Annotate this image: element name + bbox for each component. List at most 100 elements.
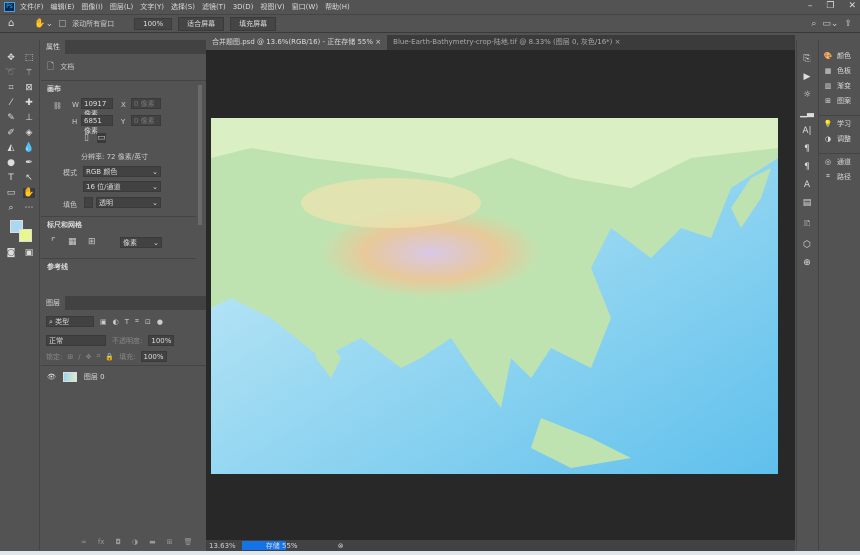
histogram-icon[interactable]: ▁▃: [800, 108, 814, 118]
eraser-icon[interactable]: ◈: [23, 128, 35, 138]
fill-select[interactable]: 透明 ⌄: [96, 197, 161, 208]
hand-tool-icon[interactable]: ✋: [23, 188, 35, 198]
rulers-grid-section-header[interactable]: 标尺和网格: [41, 216, 196, 233]
opacity-input[interactable]: 100%: [148, 335, 175, 346]
minimize-icon[interactable]: –: [808, 1, 813, 11]
close-tab-icon[interactable]: ×: [615, 38, 621, 46]
lock-artboard-icon[interactable]: ⌗: [96, 352, 100, 361]
pen-tool-icon[interactable]: ✒: [23, 158, 35, 168]
panel-learn[interactable]: 💡 学习: [819, 116, 860, 131]
panel-channels[interactable]: ◎ 通道: [819, 154, 860, 169]
actions-play-icon[interactable]: ▶: [804, 72, 811, 82]
blend-mode-select[interactable]: 正常: [46, 335, 106, 346]
menu-view[interactable]: 视图(V): [260, 2, 284, 12]
zoom-100-button[interactable]: 100%: [134, 17, 173, 30]
adjustment-layer-icon[interactable]: ◑: [132, 538, 138, 546]
zoom-level[interactable]: 13.63%: [209, 542, 236, 550]
zoom-tool-icon[interactable]: ⌕: [5, 203, 17, 213]
dodge-tool-icon[interactable]: ●: [5, 158, 17, 168]
rectangle-tool-icon[interactable]: ▭: [5, 188, 17, 198]
menu-select[interactable]: 选择(S): [171, 2, 195, 12]
layer-row[interactable]: 👁 图层 0: [41, 365, 206, 388]
character-icon[interactable]: A|: [802, 126, 811, 136]
lock-position-icon[interactable]: ✥: [86, 353, 92, 361]
close-icon[interactable]: ✕: [848, 1, 856, 11]
workspace-icon[interactable]: ▭⌄: [822, 19, 838, 29]
menu-type[interactable]: 文字(Y): [140, 2, 164, 12]
scroll-all-checkbox[interactable]: [59, 20, 67, 27]
new-layer-icon[interactable]: ⊞: [167, 538, 173, 546]
units-select[interactable]: 像素 ⌄: [120, 237, 162, 248]
menu-layer[interactable]: 图层(L): [110, 2, 133, 12]
panel-patterns[interactable]: ⊞ 图案: [819, 93, 860, 108]
panel-paths[interactable]: ⌗ 路径: [819, 169, 860, 184]
brightness-icon[interactable]: ☼: [803, 90, 811, 100]
new-group-icon[interactable]: ▬: [149, 538, 156, 546]
fit-screen-button[interactable]: 适合屏幕: [178, 16, 225, 31]
width-input[interactable]: 10917 像素: [81, 98, 113, 118]
fill-screen-button[interactable]: 填充屏幕: [230, 16, 277, 31]
menu-file[interactable]: 文件(F): [20, 2, 44, 12]
quick-mask-icon[interactable]: ◙: [5, 248, 17, 258]
screen-mode-icon[interactable]: ▣: [23, 248, 35, 258]
fill-swatch[interactable]: [84, 197, 93, 208]
properties-scrollbar[interactable]: [198, 85, 202, 225]
y-input[interactable]: 0 像素: [131, 115, 161, 126]
lock-pixels-icon[interactable]: /: [78, 353, 80, 361]
filter-toggle-icon[interactable]: ●: [157, 318, 163, 326]
map-canvas[interactable]: [211, 118, 778, 474]
fill-input[interactable]: 100%: [140, 351, 167, 362]
paragraph-styles-icon[interactable]: ¶: [804, 162, 810, 172]
type-filter-icon[interactable]: T: [125, 318, 129, 326]
home-icon[interactable]: ⌂: [8, 18, 14, 29]
globe-icon[interactable]: ⊕: [803, 258, 811, 268]
tab-bathymetry-tif[interactable]: Blue-Earth-Bathymetry-crop-陆地.tif @ 8.33…: [387, 35, 626, 50]
properties-tab[interactable]: 属性: [41, 40, 65, 54]
panel-adjustments[interactable]: ◑ 调整: [819, 131, 860, 146]
type-tool-icon[interactable]: T: [5, 173, 17, 183]
x-input[interactable]: 0 像素: [131, 98, 161, 109]
healing-brush-icon[interactable]: ✚: [23, 98, 35, 108]
shape-filter-icon[interactable]: ⌗: [135, 317, 139, 326]
bit-depth-select[interactable]: 16 位/通道 ⌄: [83, 181, 161, 192]
paragraph-icon[interactable]: ¶: [804, 144, 810, 154]
canvas-section-header[interactable]: 画布: [41, 80, 206, 97]
link-icon[interactable]: ⛓: [53, 102, 62, 110]
marquee-tool-icon[interactable]: ⬚: [23, 53, 35, 63]
guides-section-header[interactable]: 参考线: [41, 258, 196, 275]
close-tab-icon[interactable]: ×: [375, 38, 381, 46]
libraries-icon[interactable]: ▤: [803, 198, 812, 208]
link-layers-icon[interactable]: ∞: [81, 538, 87, 546]
panel-swatches[interactable]: ▦ 色板: [819, 63, 860, 78]
history-brush-icon[interactable]: ✐: [5, 128, 17, 138]
3d-icon[interactable]: ⬡: [803, 240, 811, 250]
adjustment-filter-icon[interactable]: ◐: [113, 318, 119, 326]
search-icon[interactable]: ⌕: [811, 19, 816, 29]
eyedropper-icon[interactable]: ⁄: [5, 98, 17, 108]
restore-icon[interactable]: ❐: [826, 1, 834, 11]
add-mask-icon[interactable]: ◘: [115, 538, 121, 546]
magic-wand-icon[interactable]: ⚚: [23, 68, 35, 78]
menu-help[interactable]: 帮助(H): [325, 2, 350, 12]
layers-tab[interactable]: 图层: [41, 296, 65, 310]
layer-filter-select[interactable]: ⌕ 类型: [46, 316, 94, 327]
panel-color[interactable]: 🎨 颜色: [819, 48, 860, 63]
ruler-icon[interactable]: ⌜: [51, 237, 56, 248]
lock-all-icon[interactable]: 🔒: [105, 353, 114, 361]
panel-gradients[interactable]: ▥ 渐变: [819, 78, 860, 93]
menu-3d[interactable]: 3D(D): [233, 3, 254, 11]
crop-tool-icon[interactable]: ⌗: [5, 83, 17, 93]
frame-tool-icon[interactable]: ⊠: [23, 83, 35, 93]
move-tool-icon[interactable]: ✥: [5, 53, 17, 63]
pixel-grid-icon[interactable]: ⊞: [88, 237, 96, 247]
height-input[interactable]: 6851 像素: [81, 115, 113, 135]
menu-edit[interactable]: 编辑(E): [51, 2, 75, 12]
fx-icon[interactable]: fx: [98, 538, 105, 546]
blur-tool-icon[interactable]: 💧: [23, 143, 35, 153]
visibility-eye-icon[interactable]: 👁: [47, 373, 56, 381]
cancel-save-icon[interactable]: ⊗: [338, 542, 344, 550]
history-icon[interactable]: ⎘: [803, 54, 810, 64]
more-tools-icon[interactable]: ⋯: [23, 203, 35, 213]
mode-select[interactable]: RGB 颜色 ⌄: [83, 166, 161, 177]
smart-object-filter-icon[interactable]: ⊡: [145, 318, 151, 326]
